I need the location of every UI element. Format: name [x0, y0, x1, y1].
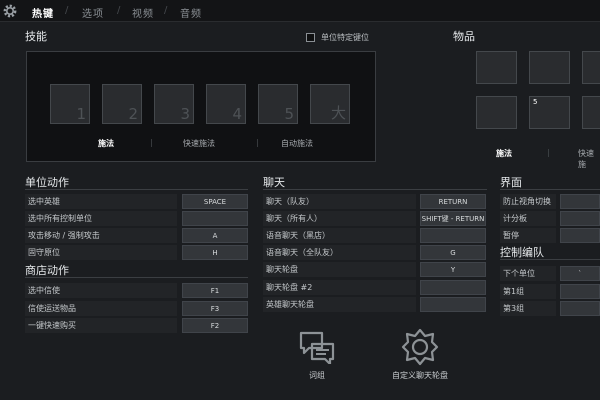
- hotkey-label: 攻击移动 / 强制攻击: [25, 228, 177, 243]
- hotkey-label: 固守原位: [25, 245, 177, 260]
- hotkey-label: 暂停: [500, 228, 556, 243]
- hotkey-binding-button[interactable]: H: [182, 245, 248, 260]
- hotkey-binding-button[interactable]: [420, 228, 486, 243]
- tab-options[interactable]: 选项: [82, 5, 104, 20]
- cast-separator: |: [547, 148, 550, 157]
- hotkey-binding-button[interactable]: [182, 211, 248, 226]
- item-cast-option-quick[interactable]: 快速施: [578, 148, 600, 170]
- unit-specific-hotkeys-checkbox[interactable]: [306, 33, 315, 42]
- tab-separator: /: [117, 5, 121, 16]
- item-slot-key: 5: [533, 98, 538, 106]
- cast-option-auto[interactable]: 自动施法: [281, 138, 313, 149]
- chat-bubbles-icon[interactable]: [298, 330, 336, 364]
- skills-title: 技能: [25, 30, 47, 43]
- item-cast-option-normal[interactable]: 施法: [496, 148, 512, 159]
- hotkey-label: 下个单位: [500, 266, 556, 281]
- hotkey-binding-button[interactable]: SPACE: [182, 194, 248, 209]
- hotkey-binding-button[interactable]: F2: [182, 318, 248, 333]
- hotkey-label: 第3组: [500, 301, 556, 316]
- cast-separator: |: [256, 138, 259, 147]
- tab-separator: /: [164, 5, 168, 16]
- unit-actions-title: 单位动作: [25, 176, 69, 189]
- skill-slot-5[interactable]: 5: [258, 84, 298, 124]
- skill-slot-4[interactable]: 4: [206, 84, 246, 124]
- item-slot-5[interactable]: 5: [529, 96, 570, 129]
- hotkey-binding-button[interactable]: [560, 211, 600, 226]
- hotkey-binding-button[interactable]: [420, 297, 486, 312]
- shop-actions-title: 商店动作: [25, 264, 69, 277]
- item-slot-2[interactable]: [529, 51, 570, 84]
- chat-title: 聊天: [263, 176, 285, 189]
- tab-separator: /: [65, 5, 69, 16]
- interface-title: 界面: [500, 176, 522, 189]
- hotkey-label: 聊天（队友）: [263, 194, 416, 209]
- section-divider: [500, 189, 600, 190]
- cast-option-normal[interactable]: 施法: [98, 138, 114, 149]
- custom-chat-wheel-button-label[interactable]: 自定义聊天轮盘: [380, 370, 460, 381]
- hotkey-binding-button[interactable]: [560, 228, 600, 243]
- item-slot-3[interactable]: [582, 51, 600, 84]
- skill-slot-3[interactable]: 3: [154, 84, 194, 124]
- gear-icon[interactable]: [2, 3, 18, 19]
- top-nav-bar: 热键 / 选项 / 视频 / 音频: [0, 0, 600, 22]
- skill-slot-key: 5: [284, 105, 294, 123]
- hotkey-binding-button[interactable]: F3: [182, 301, 248, 316]
- unit-specific-hotkeys-toggle[interactable]: 单位特定键位: [306, 32, 369, 43]
- hotkey-label: 语音聊天（黑店）: [263, 228, 416, 243]
- skill-slot-key: 1: [76, 105, 86, 123]
- item-slot-6[interactable]: [582, 96, 600, 129]
- skill-slot-key: 2: [128, 105, 138, 123]
- control-groups-title: 控制编队: [500, 246, 544, 259]
- hotkey-label: 计分板: [500, 211, 556, 226]
- hotkey-label: 聊天（所有人）: [263, 211, 416, 226]
- skill-slot-key: 3: [180, 105, 190, 123]
- hotkey-label: 选中所有控制单位: [25, 211, 177, 226]
- hotkey-binding-button[interactable]: [560, 194, 600, 209]
- items-title: 物品: [453, 30, 475, 43]
- item-slot-1[interactable]: [476, 51, 517, 84]
- hotkey-binding-button[interactable]: [560, 284, 600, 299]
- skill-slot-1[interactable]: 1: [50, 84, 90, 124]
- hotkey-binding-button[interactable]: RETURN: [420, 194, 486, 209]
- hotkey-binding-button[interactable]: Y: [420, 262, 486, 277]
- hotkey-binding-button[interactable]: G: [420, 245, 486, 260]
- hotkey-label: 一键快速购买: [25, 318, 177, 333]
- badge-gear-icon[interactable]: [401, 328, 439, 366]
- phrases-button-label[interactable]: 词组: [297, 370, 337, 381]
- section-divider: [25, 277, 248, 278]
- tab-hotkeys[interactable]: 热键: [32, 5, 54, 20]
- hotkey-binding-button[interactable]: [420, 280, 486, 295]
- tab-audio[interactable]: 音频: [180, 5, 202, 20]
- skill-slot-key: 大: [330, 104, 346, 122]
- hotkey-binding-button[interactable]: `: [560, 266, 600, 281]
- section-divider: [500, 259, 600, 260]
- item-slot-4[interactable]: [476, 96, 517, 129]
- hotkey-label: 聊天轮盘: [263, 262, 416, 277]
- hotkey-label: 语音聊天（全队友）: [263, 245, 416, 260]
- hotkey-binding-button[interactable]: A: [182, 228, 248, 243]
- cast-separator: |: [150, 138, 153, 147]
- cast-option-quick[interactable]: 快速施法: [183, 138, 215, 149]
- unit-specific-hotkeys-label: 单位特定键位: [321, 33, 369, 42]
- skill-slot-key: 4: [232, 105, 242, 123]
- section-divider: [25, 189, 248, 190]
- hotkey-label: 防止视角切换: [500, 194, 556, 209]
- skill-slot-ultimate[interactable]: 大: [310, 84, 350, 124]
- hotkey-label: 选中信使: [25, 283, 177, 298]
- skill-slot-2[interactable]: 2: [102, 84, 142, 124]
- hotkey-label: 选中英雄: [25, 194, 177, 209]
- hotkey-label: 英雄聊天轮盘: [263, 297, 416, 312]
- hotkey-label: 信使运送物品: [25, 301, 177, 316]
- hotkey-binding-button[interactable]: SHIFT键 - RETURN: [420, 211, 486, 226]
- hotkey-binding-button[interactable]: F1: [182, 283, 248, 298]
- hotkey-label: 聊天轮盘 #2: [263, 280, 416, 295]
- tab-video[interactable]: 视频: [132, 5, 154, 20]
- section-divider: [263, 189, 487, 190]
- hotkey-binding-button[interactable]: [560, 301, 600, 316]
- hotkey-label: 第1组: [500, 284, 556, 299]
